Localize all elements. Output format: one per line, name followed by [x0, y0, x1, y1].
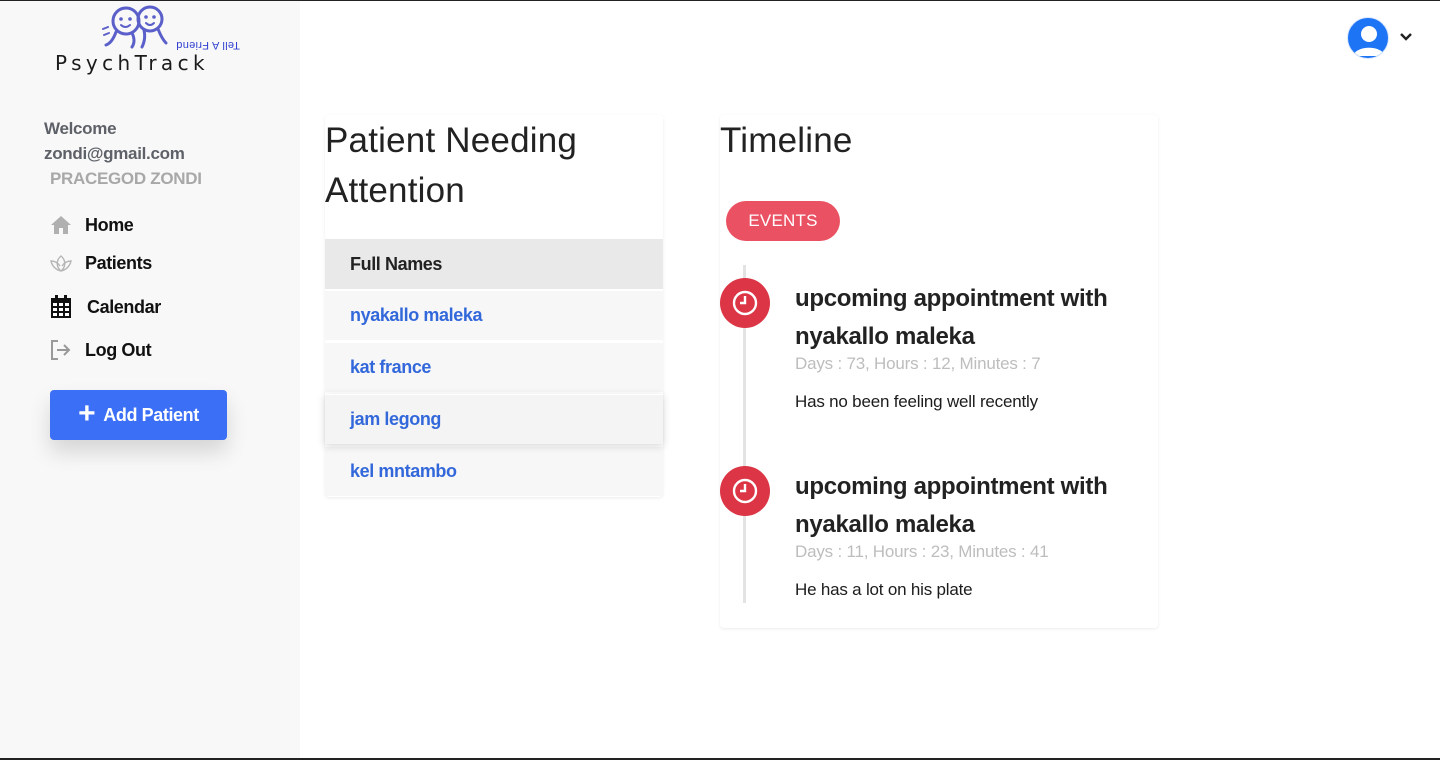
table-row[interactable]: nyakallo maleka: [325, 290, 663, 340]
user-avatar-icon[interactable]: [1347, 17, 1389, 59]
table-row[interactable]: jam legong: [325, 394, 663, 444]
sidebar-item-logout[interactable]: Log Out: [50, 330, 280, 370]
timeline-item-title: upcoming appointment with nyakallo malek…: [795, 473, 1108, 538]
home-icon: [50, 213, 78, 237]
timeline-item-description: Has no been feeling well recently: [795, 392, 1038, 411]
table-header: Full Names: [325, 239, 663, 289]
chevron-down-icon[interactable]: [1399, 28, 1413, 46]
table-row[interactable]: kat france: [325, 342, 663, 392]
events-badge: EVENTS: [726, 201, 840, 241]
sidebar-item-label: Patients: [85, 252, 152, 273]
plus-icon: +: [78, 396, 96, 430]
timeline-card: Timeline EVENTS upcoming appointment wit…: [720, 115, 1158, 628]
lotus-icon: [50, 251, 78, 275]
sidebar-item-label: Home: [85, 214, 134, 235]
calendar-icon: [50, 295, 78, 319]
user-email: zondi@gmail.com: [44, 144, 185, 163]
welcome-label: Welcome: [44, 119, 117, 138]
user-name: PRACEGOD ZONDI: [50, 169, 202, 188]
sidebar: Tell A Friend PsychTrack Welcome zondi@g…: [0, 1, 300, 758]
patients-attention-card: Patient Needing Attention Full Names nya…: [325, 115, 663, 497]
add-patient-label: Add Patient: [103, 404, 199, 425]
timeline-item-title: upcoming appointment with nyakallo malek…: [795, 285, 1108, 350]
sidebar-item-label: Calendar: [87, 296, 161, 317]
logo-tagline: Tell A Friend: [176, 39, 240, 51]
sidebar-nav: Home Patients Calendar Log Out: [50, 205, 280, 370]
timeline-item-time: Days : 11, Hours : 23, Minutes : 41: [795, 542, 1049, 561]
card-title: Timeline: [720, 121, 853, 160]
welcome-block: Welcome zondi@gmail.com PRACEGOD ZONDI: [44, 116, 202, 191]
logo-faces-icon: [102, 5, 168, 49]
sidebar-item-calendar[interactable]: Calendar: [50, 287, 280, 327]
sidebar-item-home[interactable]: Home: [50, 205, 280, 245]
table-row[interactable]: kel mntambo: [325, 446, 663, 496]
timeline-item-description: He has a lot on his plate: [795, 580, 973, 599]
clock-icon: [720, 278, 770, 328]
clock-icon: [720, 466, 770, 516]
sidebar-item-patients[interactable]: Patients: [50, 243, 280, 283]
app-logo[interactable]: Tell A Friend PsychTrack: [50, 5, 250, 75]
sidebar-item-label: Log Out: [85, 339, 152, 360]
logo-wordmark: PsychTrack: [55, 51, 209, 75]
timeline-item-time: Days : 73, Hours : 12, Minutes : 7: [795, 354, 1041, 373]
logout-icon: [50, 338, 78, 362]
card-title: Patient Needing Attention: [325, 121, 578, 210]
add-patient-button[interactable]: + Add Patient: [50, 390, 227, 440]
